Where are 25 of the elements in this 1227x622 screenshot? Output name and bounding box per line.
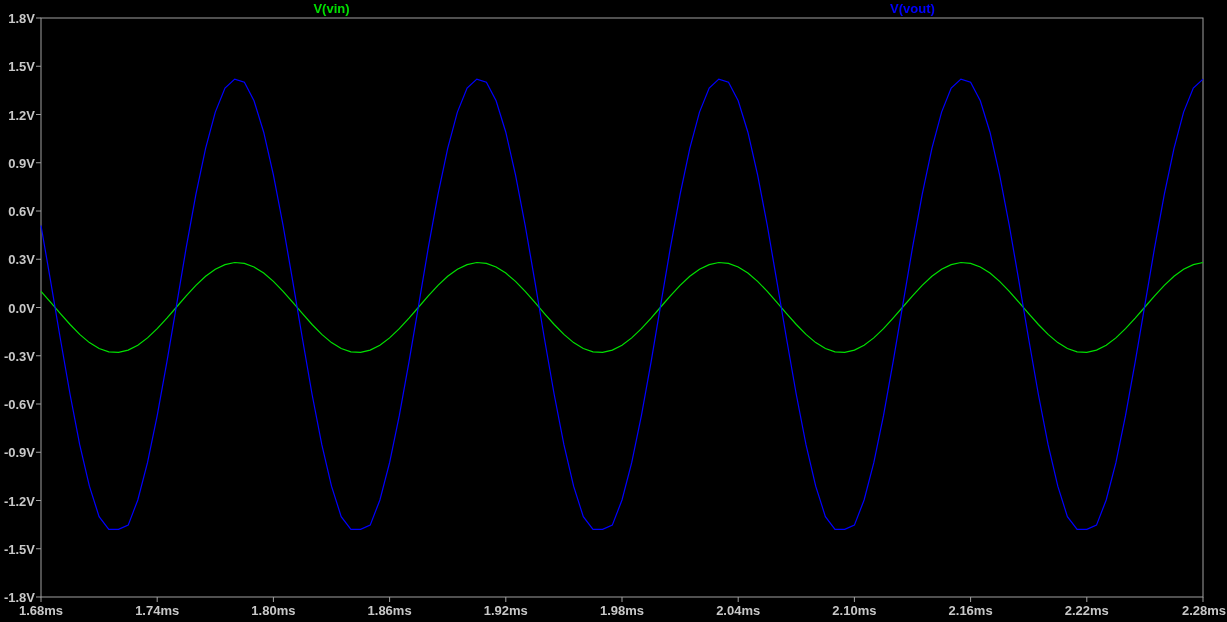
y-tick-label: -1.8V [3, 590, 35, 605]
x-tick-label: 1.68ms [18, 603, 64, 618]
y-tick-label: -1.2V [3, 493, 35, 509]
y-tick-label: 1.8V [8, 11, 35, 26]
y-tick-label: -1.5V [3, 541, 35, 557]
x-tick-label: 1.92ms [483, 603, 528, 618]
y-tick-label: -0.3V [3, 348, 35, 364]
x-tick-label: 1.74ms [135, 603, 180, 618]
x-tick-label: 1.80ms [251, 603, 296, 618]
y-tick-label: -0.6V [3, 397, 35, 412]
x-tick-label: 1.86ms [367, 603, 412, 618]
x-tick-label: 2.16ms [948, 603, 993, 618]
y-tick-label: 0.0V [8, 300, 35, 316]
trace-label[interactable]: V(vin) [313, 1, 350, 16]
x-tick-label: 2.10ms [832, 603, 877, 618]
y-tick-label: 1.2V [8, 107, 35, 123]
y-tick-label: 0.3V [8, 252, 35, 268]
x-tick-label: 2.04ms [716, 603, 761, 618]
x-tick-label: 2.22ms [1064, 603, 1109, 618]
x-tick-label: 1.98ms [599, 603, 645, 618]
y-tick-label: -0.9V [3, 445, 35, 461]
x-tick-label: 2.28ms [1181, 603, 1226, 618]
y-tick-label: 1.5V [8, 59, 35, 75]
y-tick-label: 0.6V [8, 204, 35, 219]
y-tick-label: 0.9V [8, 155, 35, 171]
